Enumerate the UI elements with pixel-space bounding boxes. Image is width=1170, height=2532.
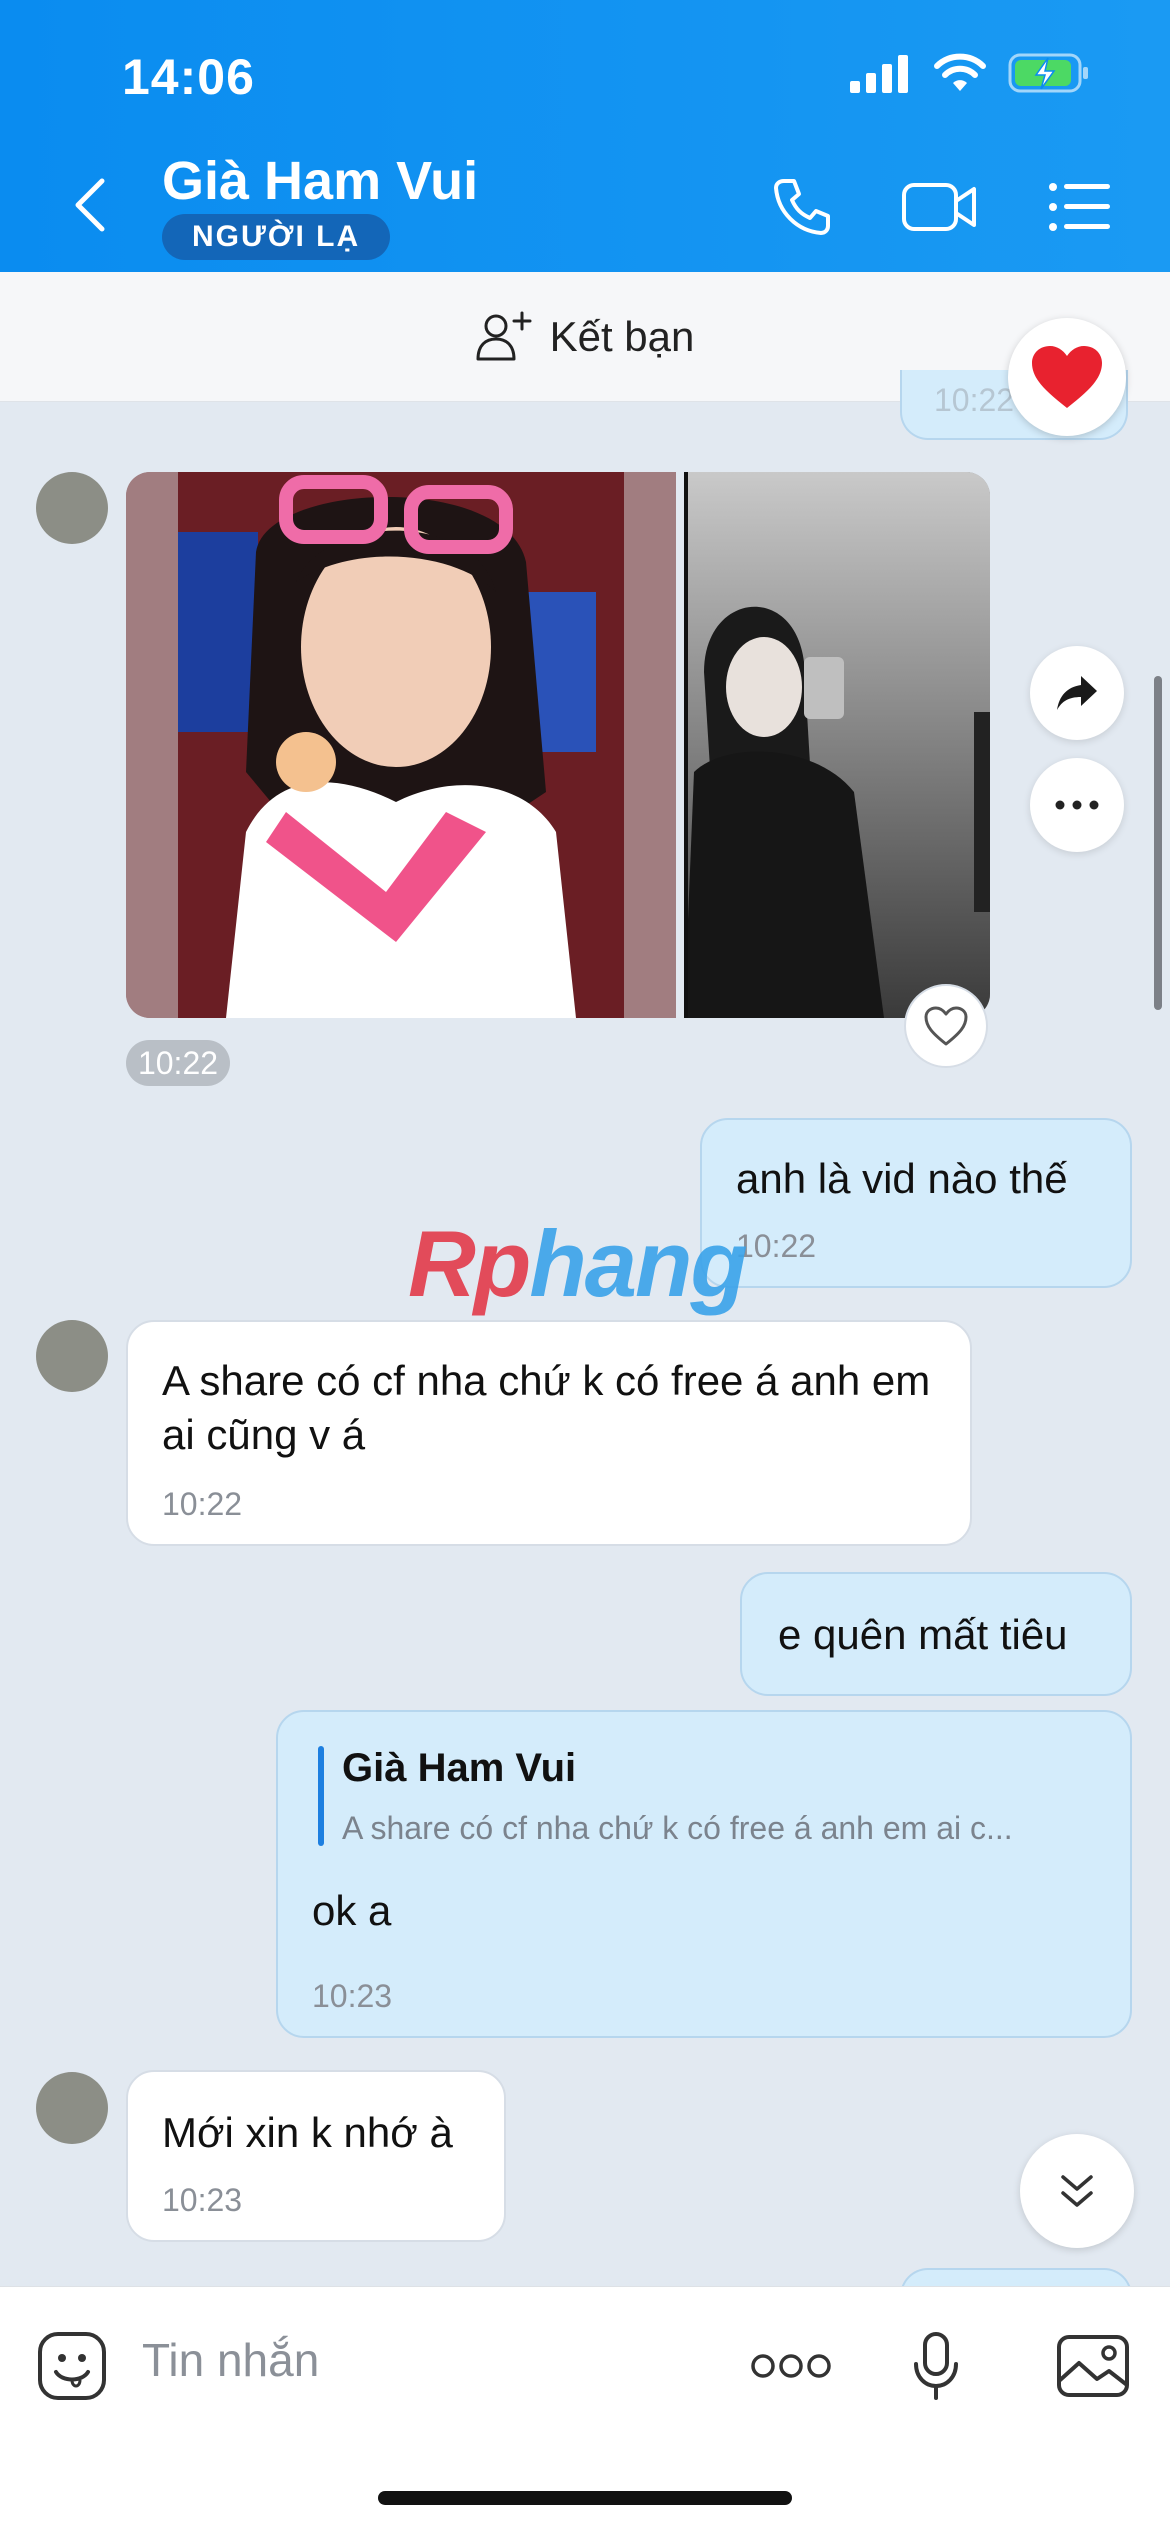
message-time: 10:22 <box>736 1228 817 1264</box>
battery-charging-icon <box>1008 53 1088 93</box>
share-arrow-icon <box>1057 676 1097 710</box>
message-text: e quên mất tiêu <box>778 1611 1068 1658</box>
photo-attachment-1[interactable] <box>126 472 676 1018</box>
heart-icon <box>1032 346 1102 408</box>
like-button[interactable] <box>904 984 988 1068</box>
options-menu-button[interactable] <box>1040 172 1120 242</box>
microphone-icon <box>914 2332 958 2400</box>
stranger-badge: NGƯỜI LẠ <box>162 214 391 260</box>
more-options-button[interactable] <box>1030 758 1124 852</box>
forward-button[interactable] <box>1030 646 1124 740</box>
contact-avatar[interactable] <box>36 2072 108 2144</box>
contact-avatar[interactable] <box>36 472 108 544</box>
reaction-button[interactable] <box>1008 318 1126 436</box>
more-dots-icon <box>1055 800 1099 810</box>
contact-avatar[interactable] <box>36 1320 108 1392</box>
voice-record-button[interactable] <box>896 2321 976 2411</box>
voice-call-button[interactable] <box>762 172 842 242</box>
reply-message[interactable]: Già Ham Vui A share có cf nha chứ k có f… <box>276 1710 1132 2038</box>
phone-icon <box>774 179 830 235</box>
incoming-message[interactable]: A share có cf nha chứ k có free á anh em… <box>126 1320 972 1546</box>
scrollbar[interactable] <box>1154 676 1162 1010</box>
more-actions-button[interactable] <box>746 2321 836 2411</box>
incoming-message[interactable]: Mới xin k nhớ à 10:23 <box>126 2070 506 2242</box>
list-menu-icon <box>1049 183 1110 231</box>
status-icons <box>850 52 1090 94</box>
scroll-to-bottom-button[interactable] <box>1020 2134 1134 2248</box>
chat-header: 14:06 Già Ham Vui NGƯỜI LẠ <box>0 0 1170 272</box>
add-friend-label: Kết bạn <box>549 312 695 360</box>
quote-bar <box>318 1746 324 1846</box>
cellular-signal-icon <box>850 55 908 93</box>
watermark-part2: hang <box>529 1211 748 1316</box>
message-text: Mới xin k nhớ à <box>162 2109 453 2156</box>
message-input-bar: Tin nhắn <box>0 2286 1170 2532</box>
message-text: ok a <box>312 1887 392 1934</box>
image-icon <box>1057 2335 1129 2397</box>
message-time: 10:22 <box>162 1486 243 1522</box>
heart-outline-icon <box>924 1006 968 1046</box>
contact-name[interactable]: Già Ham Vui <box>162 150 478 212</box>
wifi-icon <box>934 53 986 91</box>
sticker-button[interactable] <box>32 2321 112 2411</box>
mirror-selfie-image <box>684 472 990 1018</box>
watermark-part1: Rp <box>408 1211 531 1316</box>
more-dots-icon <box>751 2354 831 2378</box>
message-time: 10:22 <box>934 382 1015 418</box>
chevron-left-icon <box>75 178 105 232</box>
message-input[interactable]: Tin nhắn <box>142 2333 319 2387</box>
home-indicator[interactable] <box>378 2491 792 2505</box>
double-chevron-down-icon <box>1061 2175 1093 2207</box>
image-picker-button[interactable] <box>1048 2321 1138 2411</box>
message-time: 10:23 <box>312 1978 393 2014</box>
back-button[interactable] <box>60 170 120 240</box>
status-time: 14:06 <box>122 49 255 105</box>
add-user-icon <box>476 311 532 360</box>
quoted-sender: Già Ham Vui <box>342 1746 577 1790</box>
outgoing-message[interactable]: e quên mất tiêu <box>740 1572 1132 1696</box>
video-call-button[interactable] <box>900 172 980 242</box>
selfie-photo-image <box>126 472 676 1018</box>
message-text: anh là vid nào thế <box>736 1155 1068 1202</box>
quoted-text: A share có cf nha chứ k có free á anh em… <box>342 1810 1013 1846</box>
outgoing-message[interactable]: anh là vid nào thế 10:22 <box>700 1118 1132 1288</box>
message-text: A share có cf nha chứ k có free á anh em… <box>162 1357 931 1458</box>
video-camera-icon <box>902 183 976 231</box>
photo-attachment-2[interactable] <box>684 472 990 1018</box>
watermark-logo: Rphang <box>408 1210 748 1318</box>
sticker-icon <box>38 2332 106 2400</box>
message-time: 10:23 <box>162 2182 243 2218</box>
photo-time: 10:22 <box>126 1040 230 1086</box>
